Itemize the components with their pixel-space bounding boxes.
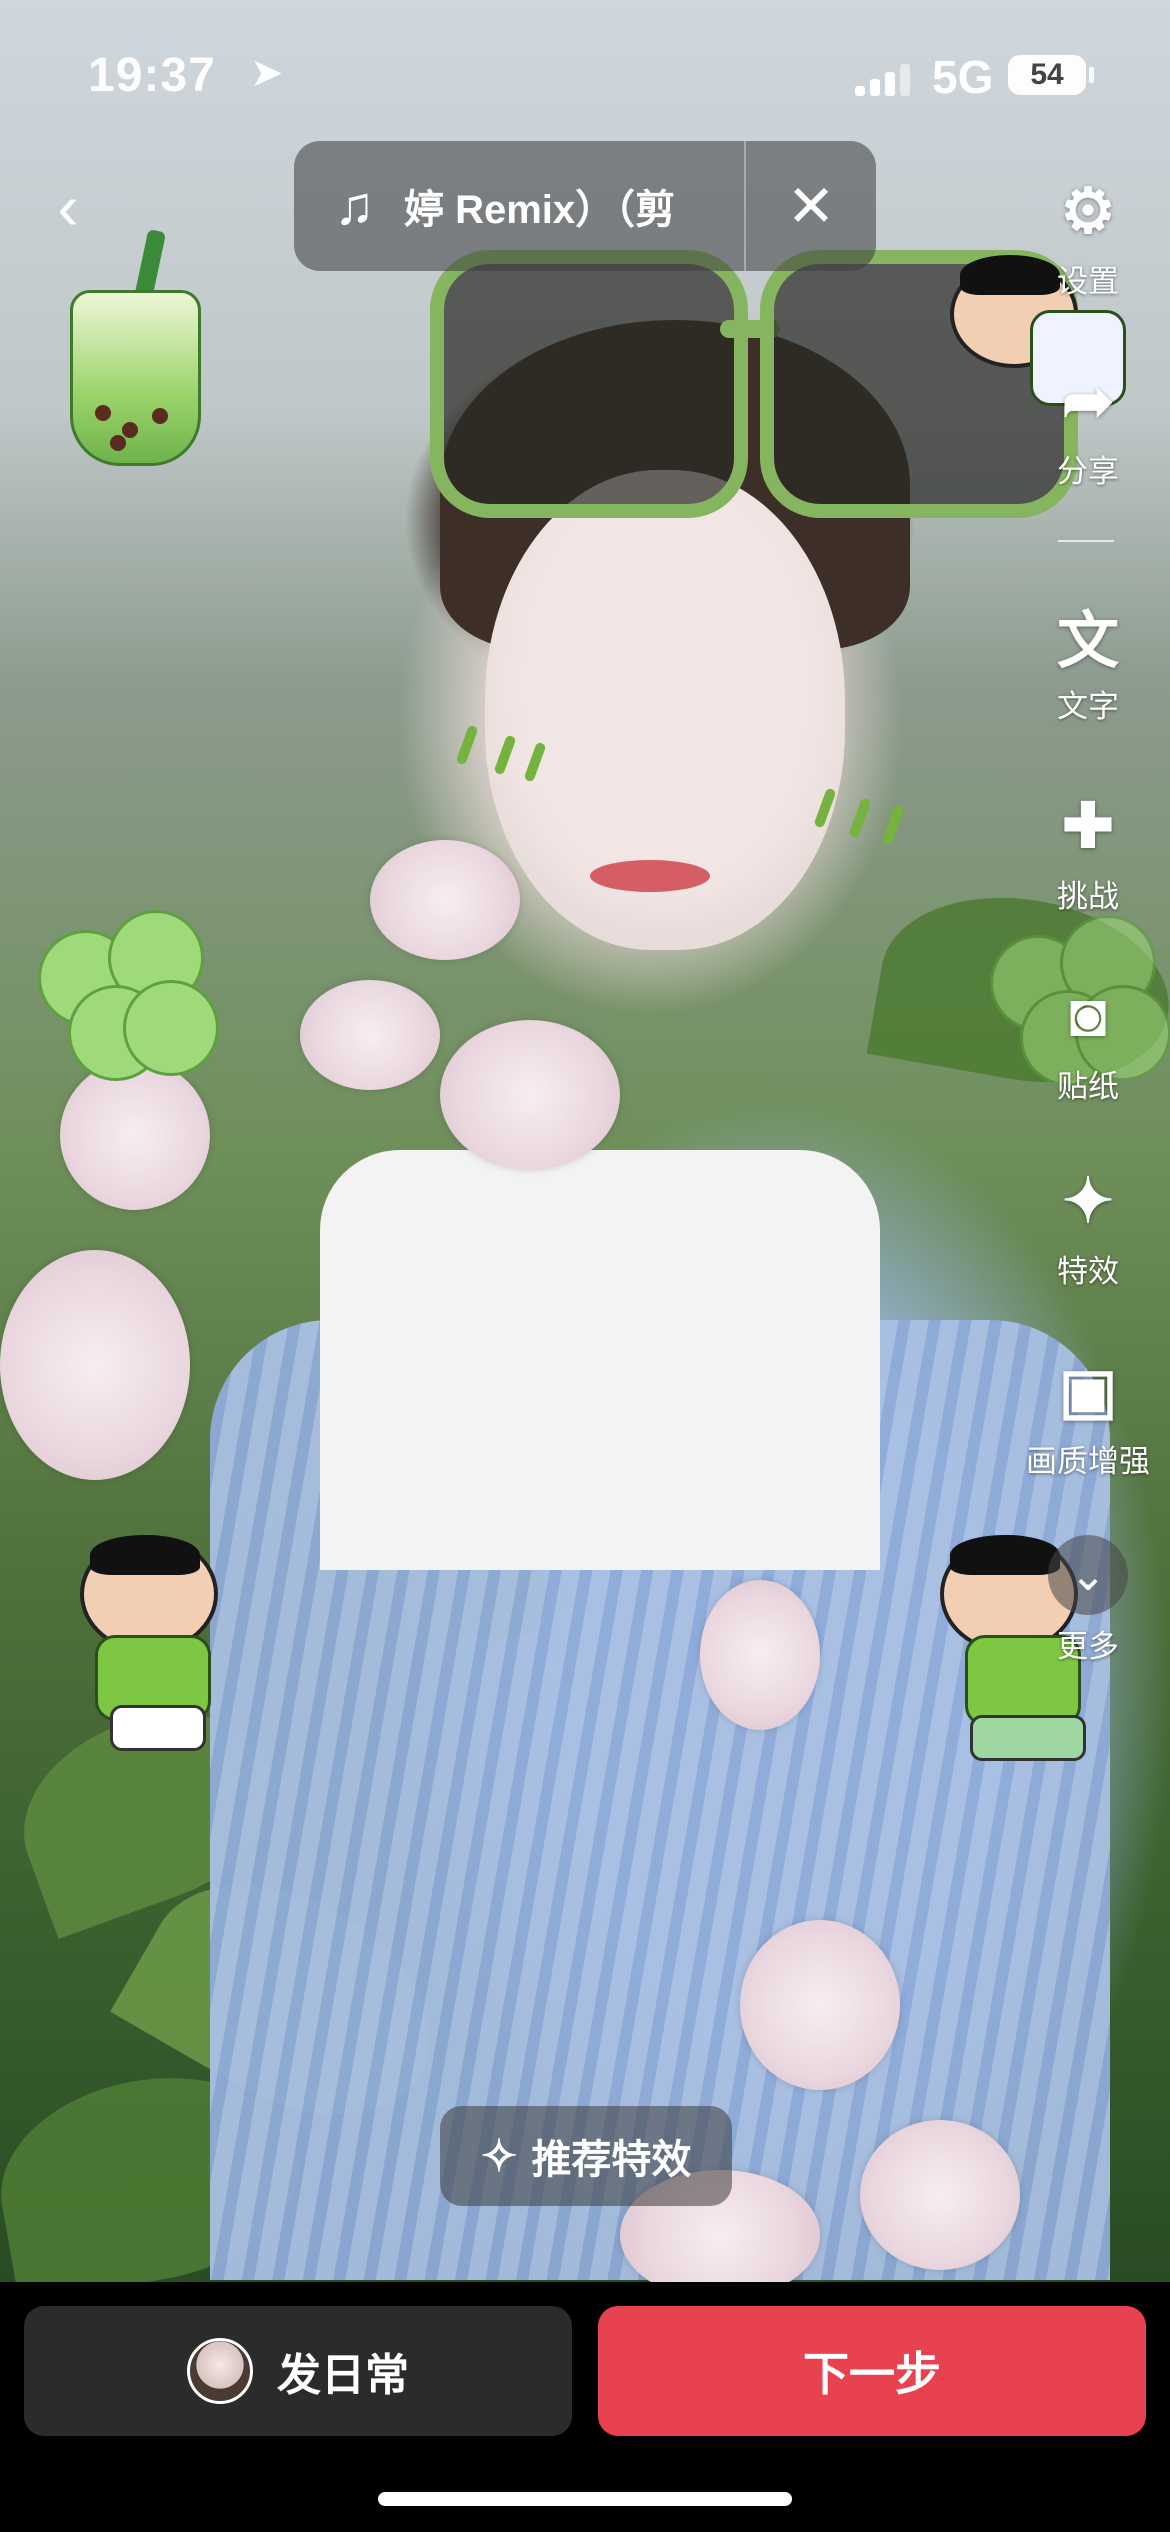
camera-preview <box>0 0 1170 2282</box>
challenge-icon: ✚ <box>1062 791 1114 861</box>
back-arrow-icon[interactable]: ‹ <box>38 172 98 242</box>
effects-button[interactable]: ✦ 特效 <box>1008 1160 1168 1291</box>
bottom-bar: 发日常 下一步 <box>0 2282 1170 2532</box>
flower <box>300 980 440 1090</box>
sticker-label: 贴纸 <box>1057 1069 1119 1104</box>
image-enhance-button[interactable]: ▣ 画质增强 <box>1008 1350 1168 1481</box>
gear-icon: ⚙ <box>1060 176 1116 246</box>
cheek-mark <box>455 724 479 766</box>
avatar <box>187 2338 253 2404</box>
white-shirt <box>320 1150 880 1570</box>
network-type: 5G <box>932 51 994 103</box>
music-note-icon: ♫ <box>334 176 375 236</box>
location-arrow-icon: ➤ <box>250 51 284 95</box>
sparkle-icon: ✦ <box>1062 1166 1114 1236</box>
flower <box>0 1250 190 1480</box>
text-button[interactable]: 文 文字 <box>1008 595 1168 726</box>
settings-button[interactable]: ⚙ 设置 <box>1008 170 1168 301</box>
challenge-button[interactable]: ✚ 挑战 <box>1008 785 1168 916</box>
share-label: 分享 <box>1057 454 1119 489</box>
challenge-label: 挑战 <box>1057 879 1119 914</box>
share-button[interactable]: ➦ 分享 <box>1008 360 1168 491</box>
cheek-mark <box>848 797 872 839</box>
boba-tea-sticker[interactable] <box>60 229 205 466</box>
status-time: 19:37 <box>88 49 216 102</box>
flower <box>440 1020 620 1170</box>
boba-pearl <box>95 405 111 421</box>
flower <box>60 1060 210 1210</box>
cartoon-hair <box>90 1535 200 1575</box>
recommend-effects-button[interactable]: ✧ 推荐特效 <box>440 2106 732 2206</box>
settings-label: 设置 <box>1057 264 1119 299</box>
boba-pearl <box>122 422 138 438</box>
close-icon[interactable]: ✕ <box>746 172 876 240</box>
text-icon: 文 <box>1056 607 1119 676</box>
lips <box>590 860 710 892</box>
battery-indicator: 54 <box>1008 55 1094 95</box>
boba-cup <box>70 290 201 466</box>
post-daily-button[interactable]: 发日常 <box>24 2306 572 2436</box>
cartoon-shorts <box>970 1715 1086 1761</box>
signal-icon <box>855 62 915 96</box>
toolbar-divider <box>1058 540 1114 542</box>
post-daily-label: 发日常 <box>277 2351 409 2400</box>
image-enhance-label: 画质增强 <box>1026 1444 1150 1479</box>
next-step-label: 下一步 <box>803 2348 941 2400</box>
sunglasses-lens-left <box>430 250 748 518</box>
flower <box>860 2120 1020 2270</box>
flower <box>740 1920 900 2090</box>
recommend-effects-label: 推荐特效 <box>531 2138 692 2182</box>
boba-pearl <box>152 408 168 424</box>
music-title: 婷 Remix）（剪 <box>404 188 676 232</box>
boba-pearl <box>110 435 126 451</box>
chevron-down-icon: ⌄ <box>1048 1535 1128 1615</box>
cartoon-shorts <box>110 1705 206 1751</box>
more-button[interactable]: ⌄ 更多 <box>1008 1535 1168 1666</box>
clover-petal <box>123 980 219 1076</box>
home-indicator[interactable] <box>378 2492 792 2506</box>
sticker-button[interactable]: ◙ 贴纸 <box>1008 975 1168 1106</box>
effects-label: 特效 <box>1057 1254 1119 1289</box>
cartoon-boy-sticker-left[interactable] <box>40 1535 260 1785</box>
status-bar: 19:37 ➤ 5G 54 <box>0 0 1170 150</box>
image-enhance-icon: ▣ <box>1058 1356 1118 1426</box>
share-icon: ➦ <box>1062 366 1114 436</box>
more-label: 更多 <box>1057 1629 1119 1664</box>
flower <box>700 1580 820 1730</box>
text-label: 文字 <box>1057 689 1119 724</box>
flower <box>370 840 520 960</box>
sticker-icon: ◙ <box>1069 980 1107 1050</box>
clover-sticker[interactable] <box>28 910 219 1081</box>
cheek-mark <box>881 804 905 846</box>
next-step-button[interactable]: 下一步 <box>598 2306 1146 2436</box>
sparkle-icon: ✧ <box>480 2131 518 2181</box>
music-selector[interactable]: ♫ 婷 Remix）（剪 ✕ <box>294 141 876 271</box>
